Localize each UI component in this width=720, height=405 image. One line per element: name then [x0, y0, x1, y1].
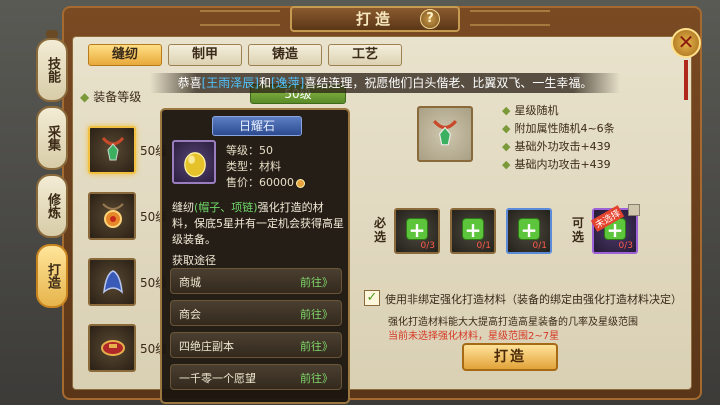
tab-casting[interactable]: 铸造	[248, 44, 322, 66]
tab-crafting[interactable]: 工艺	[328, 44, 402, 66]
star-range-warning: 当前未选择强化材料，星级范围2~7星	[388, 331, 560, 342]
goto-link[interactable]: 前往》	[300, 370, 333, 386]
tab-sewing[interactable]: 缝纫	[88, 44, 162, 66]
equipment-slot	[88, 324, 136, 372]
source-name: 四绝庄副本	[179, 340, 234, 353]
attribute-line: ◆ 星级随机	[502, 104, 559, 117]
tooltip-description: 缝纫(帽子、项链)强化打造的材料，保底5星并有一定机会获得高星级装备。	[172, 201, 344, 246]
equipment-item[interactable]: 50级	[82, 318, 172, 382]
source-row[interactable]: 商城 前往》	[170, 268, 342, 294]
sources-label: 获取途径	[172, 254, 216, 267]
selected-equipment-slot[interactable]	[417, 106, 473, 162]
side-tab-forging[interactable]: 打造	[36, 244, 68, 308]
necklace-icon	[101, 136, 125, 161]
helmet-icon	[103, 270, 123, 294]
tooltip-level: 等级：50	[226, 144, 273, 157]
material-count: 0/3	[420, 241, 435, 251]
add-icon: +	[406, 218, 428, 241]
help-icon[interactable]: ?	[420, 9, 440, 29]
tooltip-item-slot	[172, 140, 216, 184]
necklace-icon	[432, 119, 458, 146]
optional-toggle[interactable]	[628, 204, 640, 216]
material-count: 0/1	[476, 241, 491, 251]
title-ornament-left	[200, 10, 280, 26]
equipment-slot	[88, 126, 136, 174]
material-hint: 强化打造材料能大大提高打造高星装备的几率及星级范围	[388, 317, 638, 328]
material-count: 0/3	[618, 241, 633, 251]
source-name: 商会	[179, 308, 201, 321]
unbound-material-label: 使用非绑定强化打造材料（装备的绑定由强化打造材料决定）	[385, 293, 682, 306]
item-tooltip: 日耀石 等级：50 类型：材料 售价：60000 缝纫(帽子、项链)强化打造的材…	[160, 108, 350, 404]
source-name: 商城	[179, 276, 201, 289]
attribute-line: ◆ 基础外功攻击+439	[502, 140, 611, 153]
material-slot[interactable]: + 0/1	[506, 208, 552, 254]
equipment-slot	[88, 258, 136, 306]
tab-armor[interactable]: 制甲	[168, 44, 242, 66]
coin-icon	[296, 178, 305, 188]
unbound-material-checkbox[interactable]: ✓	[364, 290, 380, 306]
forge-window: 打造 ? ✕ 技能 采集 修炼 打造 缝纫 制甲 铸造 工艺 ◆ 装备等级 50级…	[0, 0, 720, 405]
source-row[interactable]: 一千零一个愿望 前往》	[170, 364, 342, 390]
attribute-line: ◆ 基础内功攻击+439	[502, 158, 611, 171]
close-button[interactable]: ✕	[671, 28, 701, 58]
equipment-item[interactable]: 50级	[82, 120, 172, 184]
equipment-item[interactable]: 50级	[82, 252, 172, 316]
headband-icon	[101, 340, 125, 356]
add-icon: +	[518, 218, 540, 241]
side-tab-gathering[interactable]: 采集	[36, 106, 68, 170]
bullet-icon: ◆	[80, 90, 90, 104]
bullet-icon: ◆	[502, 158, 511, 171]
tab-rod-top	[46, 30, 58, 38]
tooltip-title: 日耀石	[212, 116, 302, 136]
goto-link[interactable]: 前往》	[300, 338, 333, 354]
optional-label: 可选	[571, 216, 584, 244]
source-name: 一千零一个愿望	[179, 372, 256, 385]
close-tassel	[684, 60, 688, 100]
required-label: 必选	[373, 216, 386, 244]
attribute-line: ◆ 附加属性随机4~6条	[502, 122, 615, 135]
announcement-marquee: 恭喜[王雨泽辰]和[逸萍]喜结连理，祝愿他们白头偕老、比翼双飞、一生幸福。	[150, 73, 620, 93]
side-tab-cultivation[interactable]: 修炼	[36, 174, 68, 238]
equipment-item[interactable]: 50级	[82, 186, 172, 250]
material-slot[interactable]: + 0/3	[394, 208, 440, 254]
side-tab-skills[interactable]: 技能	[36, 38, 68, 102]
source-row[interactable]: 四绝庄副本 前往》	[170, 332, 342, 358]
sunstone-icon	[184, 152, 206, 178]
equipment-slot	[88, 192, 136, 240]
tooltip-type: 类型：材料	[226, 160, 281, 173]
equip-level-label: ◆ 装备等级	[80, 90, 142, 104]
forge-button[interactable]: 打造	[462, 343, 558, 371]
source-row[interactable]: 商会 前往》	[170, 300, 342, 326]
title-ornament-right	[470, 10, 550, 26]
tooltip-price: 售价：60000	[226, 174, 305, 190]
amulet-icon	[102, 203, 124, 228]
add-icon: +	[462, 218, 484, 241]
material-slot[interactable]: + 0/1	[450, 208, 496, 254]
bullet-icon: ◆	[502, 104, 511, 117]
bullet-icon: ◆	[502, 140, 511, 153]
bullet-icon: ◆	[502, 122, 511, 135]
material-count: 0/1	[532, 241, 547, 251]
goto-link[interactable]: 前往》	[300, 306, 333, 322]
goto-link[interactable]: 前往》	[300, 274, 333, 290]
